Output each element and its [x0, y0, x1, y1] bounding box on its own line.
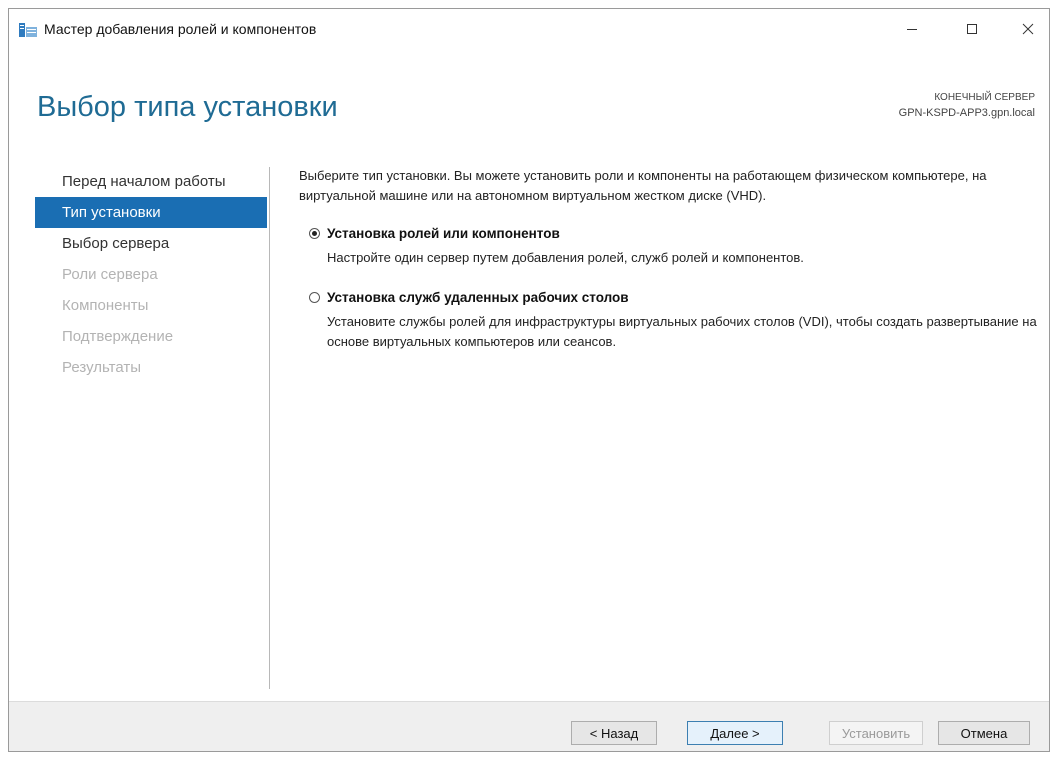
option-title[interactable]: Установка ролей или компонентов [327, 224, 1039, 244]
minimize-button[interactable] [889, 9, 935, 49]
option-role-based[interactable]: Установка ролей или компонентов Настройт… [299, 224, 1039, 268]
back-button[interactable]: < Назад [571, 721, 657, 745]
install-button: Установить [829, 721, 923, 745]
nav-item-server-roles: Роли сервера [62, 266, 158, 283]
close-icon [1022, 23, 1034, 35]
nav-item-before-you-begin[interactable]: Перед началом работы [35, 166, 267, 197]
nav-item-confirmation: Подтверждение [62, 328, 174, 345]
main-content: Выберите тип установки. Вы можете устано… [299, 166, 1039, 352]
option-remote-desktop[interactable]: Установка служб удаленных рабочих столов… [299, 288, 1039, 352]
option-title[interactable]: Установка служб удаленных рабочих столов [327, 288, 1039, 308]
maximize-icon [967, 24, 977, 34]
destination-server-name: GPN-KSPD-APP3.gpn.local [898, 107, 1035, 119]
radio-remote-desktop[interactable] [309, 292, 320, 303]
nav-item-results: Результаты [62, 359, 141, 376]
wizard-window: Мастер добавления ролей и компонентов Вы… [8, 8, 1050, 752]
button-bar: < Назад Далее > Установить Отмена [9, 701, 1049, 751]
nav-item-server-selection[interactable]: Выбор сервера [35, 228, 267, 259]
window-title: Мастер добавления ролей и компонентов [44, 21, 317, 37]
next-button[interactable]: Далее > [687, 721, 783, 745]
destination-server-label: КОНЕЧНЫЙ СЕРВЕР [934, 92, 1035, 103]
intro-text: Выберите тип установки. Вы можете устано… [299, 168, 987, 203]
maximize-button[interactable] [949, 9, 995, 49]
close-button[interactable] [1005, 9, 1049, 49]
option-description: Настройте один сервер путем добавления р… [327, 250, 804, 265]
option-description: Установите службы ролей для инфраструкту… [327, 314, 1037, 349]
page-title: Выбор типа установки [37, 91, 338, 123]
minimize-icon [907, 29, 917, 30]
nav-item-features: Компоненты [62, 297, 149, 314]
radio-role-based[interactable] [309, 228, 320, 239]
cancel-button[interactable]: Отмена [938, 721, 1030, 745]
wizard-navigation: Перед началом работы Тип установки Выбор… [35, 166, 267, 383]
nav-item-installation-type[interactable]: Тип установки [35, 197, 267, 228]
server-manager-icon [19, 23, 37, 37]
nav-divider [269, 167, 270, 689]
title-bar[interactable]: Мастер добавления ролей и компонентов [9, 9, 1049, 49]
